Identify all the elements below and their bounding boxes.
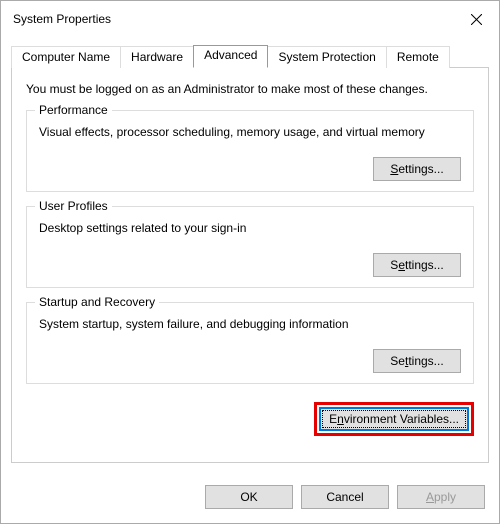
environment-variables-button[interactable]: Environment Variables... — [319, 407, 469, 431]
tabstrip: Computer Name Hardware Advanced System P… — [11, 46, 489, 68]
ok-button[interactable]: OK — [205, 485, 293, 509]
group-user-profiles-desc: Desktop settings related to your sign-in — [39, 221, 461, 235]
startup-settings-button[interactable]: Settings... — [373, 349, 461, 373]
env-variables-row: Environment Variables... — [26, 402, 474, 436]
titlebar: System Properties — [1, 1, 499, 37]
admin-intro-text: You must be logged on as an Administrato… — [26, 82, 474, 96]
user-profiles-settings-button[interactable]: Settings... — [373, 253, 461, 277]
group-user-profiles: User Profiles Desktop settings related t… — [26, 206, 474, 288]
group-performance-legend: Performance — [35, 103, 112, 117]
content-area: Computer Name Hardware Advanced System P… — [1, 37, 499, 473]
close-button[interactable] — [453, 1, 499, 37]
tab-hardware[interactable]: Hardware — [120, 46, 194, 68]
cancel-button[interactable]: Cancel — [301, 485, 389, 509]
group-startup-recovery: Startup and Recovery System startup, sys… — [26, 302, 474, 384]
group-startup-desc: System startup, system failure, and debu… — [39, 317, 461, 331]
group-user-profiles-legend: User Profiles — [35, 199, 112, 213]
tab-page-advanced: You must be logged on as an Administrato… — [11, 67, 489, 463]
group-startup-legend: Startup and Recovery — [35, 295, 159, 309]
system-properties-window: System Properties Computer Name Hardware… — [0, 0, 500, 524]
dialog-button-row: OK Cancel Apply — [1, 473, 499, 523]
performance-settings-button[interactable]: Settings... — [373, 157, 461, 181]
close-icon — [471, 14, 482, 25]
group-performance: Performance Visual effects, processor sc… — [26, 110, 474, 192]
tab-advanced[interactable]: Advanced — [193, 45, 268, 68]
tab-computer-name[interactable]: Computer Name — [11, 46, 121, 68]
highlight-annotation: Environment Variables... — [314, 402, 474, 436]
tab-system-protection[interactable]: System Protection — [267, 46, 386, 68]
window-title: System Properties — [13, 12, 111, 26]
group-performance-desc: Visual effects, processor scheduling, me… — [39, 125, 461, 139]
apply-button[interactable]: Apply — [397, 485, 485, 509]
tab-remote[interactable]: Remote — [386, 46, 450, 68]
